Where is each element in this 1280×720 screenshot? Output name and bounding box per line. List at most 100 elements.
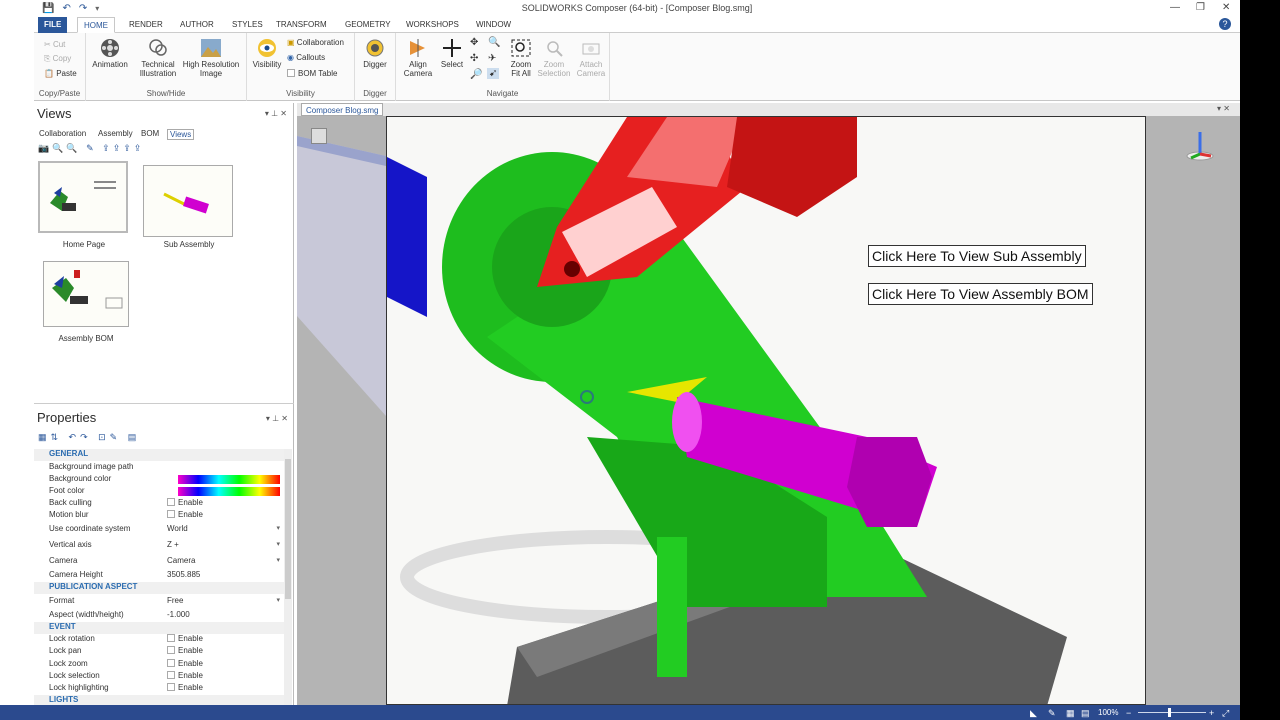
tab-transform[interactable]: TRANSFORM — [270, 17, 333, 33]
collaboration-toggle[interactable]: ▣ Collaboration — [287, 38, 344, 47]
panel-controls[interactable]: ▾ ⊥ ✕ — [265, 109, 287, 118]
rotate-icon[interactable]: ✥ — [470, 37, 478, 48]
panel-controls[interactable]: ▾ ⊥ ✕ — [266, 414, 288, 423]
zoom-selection-button[interactable]: Zoom Selection — [536, 38, 572, 78]
tab-render[interactable]: RENDER — [123, 17, 169, 33]
zoom-slider[interactable] — [1138, 708, 1206, 717]
visibility-button[interactable]: Visibility — [249, 38, 285, 69]
close-icon[interactable]: ✕ — [1222, 2, 1230, 13]
orientation-triad-icon[interactable] — [1185, 126, 1215, 162]
view-thumb-sub-assembly[interactable] — [143, 165, 233, 237]
tab-styles[interactable]: STYLES — [226, 17, 269, 33]
checkbox[interactable] — [167, 671, 175, 679]
tab-workshops[interactable]: WORKSHOPS — [400, 17, 465, 33]
pan-icon[interactable]: ✣ — [470, 53, 478, 64]
view-assembly-bom-button[interactable]: Click Here To View Assembly BOM — [868, 283, 1093, 305]
thumb-label: Home Page — [62, 240, 106, 249]
section-general[interactable]: GENERAL — [34, 449, 284, 461]
zoom-fit-all-button[interactable]: Zoom Fit All — [506, 38, 536, 78]
cut-button[interactable]: ✂ Cut — [44, 40, 65, 49]
bom-table-toggle[interactable]: BOM Table — [287, 69, 337, 78]
subtab-assembly[interactable]: Assembly — [98, 129, 133, 138]
align-camera-icon — [410, 39, 425, 57]
3d-model-render — [387, 117, 1145, 704]
document-controls[interactable]: ▾ ✕ — [1217, 104, 1230, 113]
color-swatch[interactable] — [178, 487, 280, 496]
animation-button[interactable]: Animation — [88, 38, 132, 69]
checkbox[interactable] — [167, 634, 175, 642]
tab-home[interactable]: HOME — [77, 17, 115, 33]
tab-geometry[interactable]: GEOMETRY — [339, 17, 397, 33]
view-sub-assembly-button[interactable]: Click Here To View Sub Assembly — [868, 245, 1086, 267]
select-button[interactable]: Select — [438, 38, 466, 69]
landscape-image-icon — [201, 39, 221, 57]
tab-author[interactable]: AUTHOR — [174, 17, 220, 33]
fly-icon[interactable]: ✈ — [488, 53, 496, 64]
section-publication-aspect[interactable]: PUBLICATION ASPECT — [34, 582, 284, 594]
zoom-out-icon[interactable]: − — [1126, 708, 1131, 718]
prop-row[interactable]: Vertical axis Z + ▾ — [34, 540, 284, 552]
minimize-icon[interactable]: — — [1170, 2, 1180, 13]
document-canvas[interactable]: Click Here To View Sub Assembly Click He… — [386, 116, 1146, 705]
properties-scrollbar[interactable] — [284, 449, 292, 705]
display-mode-icon[interactable]: ◣ — [1030, 708, 1037, 719]
fit-window-icon[interactable]: ⤢ — [1222, 708, 1229, 719]
view-thumb-assembly-bom[interactable] — [43, 261, 129, 327]
section-event[interactable]: EVENT — [34, 622, 284, 634]
subtab-bom[interactable]: BOM — [141, 129, 159, 138]
prop-row[interactable]: Background image path — [34, 462, 284, 474]
page-icon[interactable] — [311, 128, 327, 144]
tab-file[interactable]: FILE — [38, 17, 68, 33]
frame-icon[interactable]: ▤ — [1081, 708, 1090, 719]
technical-illustration-button[interactable]: Technical Illustration — [136, 38, 180, 78]
zoom-fit-icon — [511, 39, 531, 57]
tab-window[interactable]: WINDOW — [470, 17, 517, 33]
checkbox[interactable] — [167, 498, 175, 506]
view-thumb-home-page[interactable] — [38, 161, 128, 233]
document-tab[interactable]: Composer Blog.smg — [301, 103, 384, 116]
digger-button[interactable]: Digger — [358, 38, 392, 69]
prop-row[interactable]: Camera Height 3505.885 — [34, 570, 284, 582]
properties-toolbar[interactable]: ▦⇅ ↶↷ ⊡✎ ▤ — [38, 432, 140, 443]
render-mode-icon[interactable]: ✎ — [1048, 708, 1056, 719]
prop-row[interactable]: Camera Camera ▾ — [34, 556, 284, 568]
navigate-mode-icon[interactable]: ➹ — [487, 68, 500, 79]
views-toolbar[interactable]: 📷🔍🔍 ✎ ⇪⇪⇪⇪ — [38, 143, 144, 154]
high-resolution-image-button[interactable]: High Resolution Image — [180, 38, 242, 78]
checkbox[interactable] — [167, 683, 175, 691]
checkbox[interactable] — [167, 659, 175, 667]
prop-row[interactable]: Lock rotation Enable — [34, 634, 284, 646]
zoom-icon[interactable]: 🔍 — [488, 37, 500, 48]
help-icon[interactable]: ? — [1219, 18, 1231, 30]
zoom-in-icon[interactable]: + — [1209, 708, 1214, 718]
prop-row[interactable]: Back culling Enable — [34, 498, 284, 510]
prop-row[interactable]: Lock selection Enable — [34, 671, 284, 683]
prop-row[interactable]: Aspect (width/height) -1.000 — [34, 610, 284, 622]
checkbox[interactable] — [167, 510, 175, 518]
prop-row[interactable]: Foot color — [34, 486, 284, 498]
attach-camera-button[interactable]: Attach Camera — [574, 38, 608, 78]
group-label: Visibility — [286, 89, 315, 98]
prop-row[interactable]: Motion blur Enable — [34, 510, 284, 522]
restore-icon[interactable]: ❐ — [1196, 2, 1205, 13]
color-swatch[interactable] — [178, 475, 280, 484]
paste-button[interactable]: 📋 Paste — [44, 69, 77, 78]
3d-viewport[interactable]: Click Here To View Sub Assembly Click He… — [297, 116, 1240, 705]
subtab-collaboration[interactable]: Collaboration — [39, 129, 86, 138]
grid-icon[interactable]: ▦ — [1066, 708, 1075, 719]
prop-row[interactable]: Lock pan Enable — [34, 646, 284, 658]
views-panel-title: Views — [37, 106, 72, 121]
group-navigate: Align Camera Select ✥ 🔍 ✣ ✈ 🔎 ➹ Zoom Fit… — [396, 33, 610, 101]
prop-row[interactable]: Background color — [34, 474, 284, 486]
zoom-area-icon[interactable]: 🔎 — [470, 69, 482, 80]
title-bar: 💾 ↶ ↷ ▾ SOLIDWORKS Composer (64-bit) - [… — [34, 0, 1240, 17]
copy-button[interactable]: ⎘ Copy — [44, 54, 71, 64]
subtab-views[interactable]: Views — [167, 129, 195, 140]
prop-row[interactable]: Lock highlighting Enable — [34, 683, 284, 695]
prop-row[interactable]: Format Free ▾ — [34, 596, 284, 608]
checkbox[interactable] — [167, 646, 175, 654]
prop-row[interactable]: Lock zoom Enable — [34, 659, 284, 671]
callouts-toggle[interactable]: ◉ Callouts — [287, 53, 325, 62]
prop-row[interactable]: Use coordinate system World ▾ — [34, 524, 284, 536]
align-camera-button[interactable]: Align Camera — [398, 38, 438, 78]
